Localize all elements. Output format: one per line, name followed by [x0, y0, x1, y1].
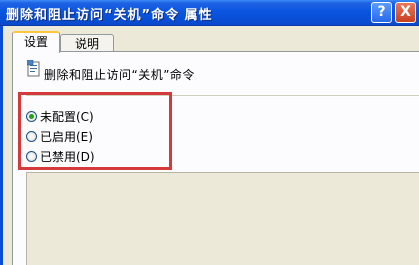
radio-disabled[interactable]: 已禁用(D)	[26, 148, 95, 164]
radio-enabled[interactable]: 已启用(E)	[26, 128, 93, 144]
title-bar[interactable]: 删除和阻止访问“关机”命令 属性 ? X	[0, 0, 419, 26]
window-title: 删除和阻止访问“关机”命令 属性	[6, 8, 213, 23]
radio-button[interactable]	[26, 150, 37, 162]
separator	[26, 95, 419, 97]
close-button[interactable]: X	[395, 2, 416, 23]
radio-label: 未配置(C)	[40, 109, 94, 124]
radio-button[interactable]	[26, 130, 37, 142]
tab-settings[interactable]: 设置	[12, 31, 60, 53]
radio-label: 已禁用(D)	[40, 149, 95, 164]
radio-label: 已启用(E)	[40, 129, 93, 144]
settings-content-area	[26, 172, 419, 265]
tab-explain[interactable]: 说明	[60, 34, 114, 52]
policy-name: 删除和阻止访问“关机”命令	[44, 68, 195, 82]
policy-document-icon	[27, 60, 40, 77]
radio-not-configured[interactable]: 未配置(C)	[26, 108, 94, 124]
radio-button[interactable]	[26, 110, 37, 122]
help-button[interactable]: ?	[371, 2, 392, 23]
window-left-border	[0, 26, 3, 265]
properties-dialog: 删除和阻止访问“关机”命令 属性 ? X 设置 说明 删除和阻止访问“关机”命令…	[0, 0, 419, 265]
